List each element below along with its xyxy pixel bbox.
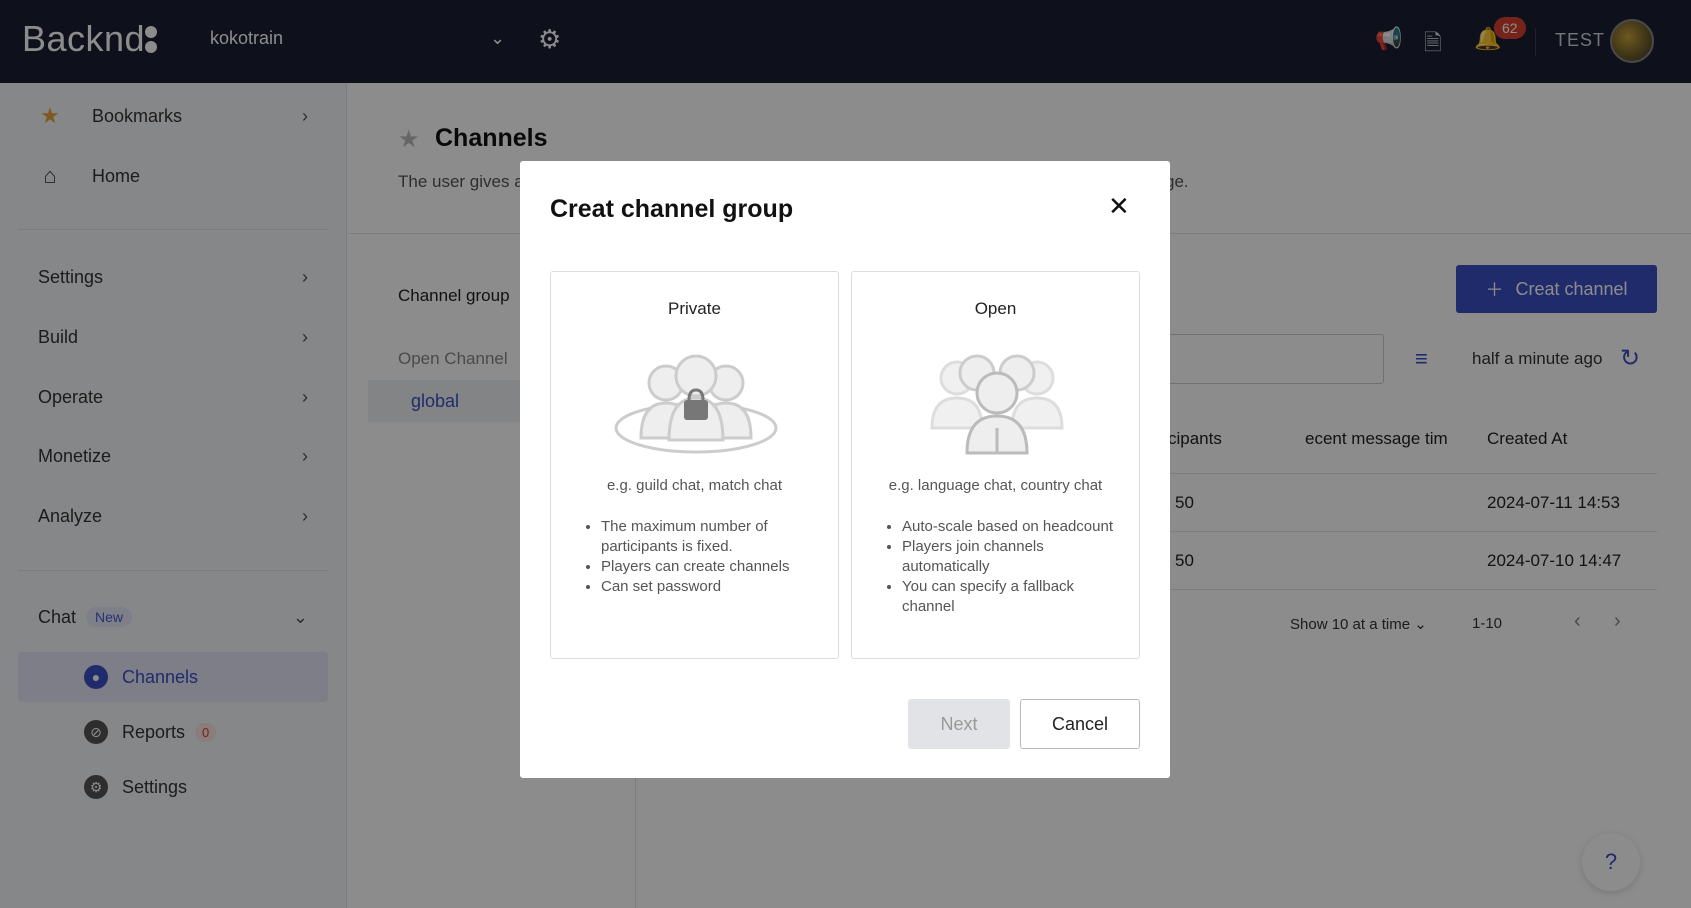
private-group-icon (614, 354, 778, 454)
option-card-open[interactable]: Open e.g. language chat, country chat Au… (851, 271, 1140, 659)
option-card-private[interactable]: Private e.g. guild chat, match chat The … (550, 271, 839, 659)
option-example: e.g. language chat, country chat (888, 477, 1103, 494)
list-item: Players join channels automatically (902, 537, 1127, 577)
list-item: The maximum number of participants is fi… (601, 517, 826, 557)
option-title: Private (668, 299, 721, 318)
cancel-button[interactable]: Cancel (1020, 699, 1140, 749)
feature-list: The maximum number of participants is fi… (601, 517, 826, 597)
list-item: Auto-scale based on headcount (902, 517, 1127, 537)
list-item: Players can create channels (601, 557, 826, 577)
open-group-icon (930, 354, 1064, 455)
list-item: You can specify a fallback channel (902, 577, 1127, 617)
modal-title: Creat channel group (550, 195, 794, 223)
option-title: Open (974, 299, 1017, 318)
list-item: Can set password (601, 577, 826, 597)
close-icon[interactable]: ✕ (1108, 191, 1130, 222)
create-channel-group-modal: Creat channel group ✕ Private e.g. guild… (520, 161, 1170, 778)
option-example: e.g. guild chat, match chat (606, 477, 783, 494)
next-button[interactable]: Next (908, 699, 1010, 749)
feature-list: Auto-scale based on headcount Players jo… (902, 517, 1127, 617)
